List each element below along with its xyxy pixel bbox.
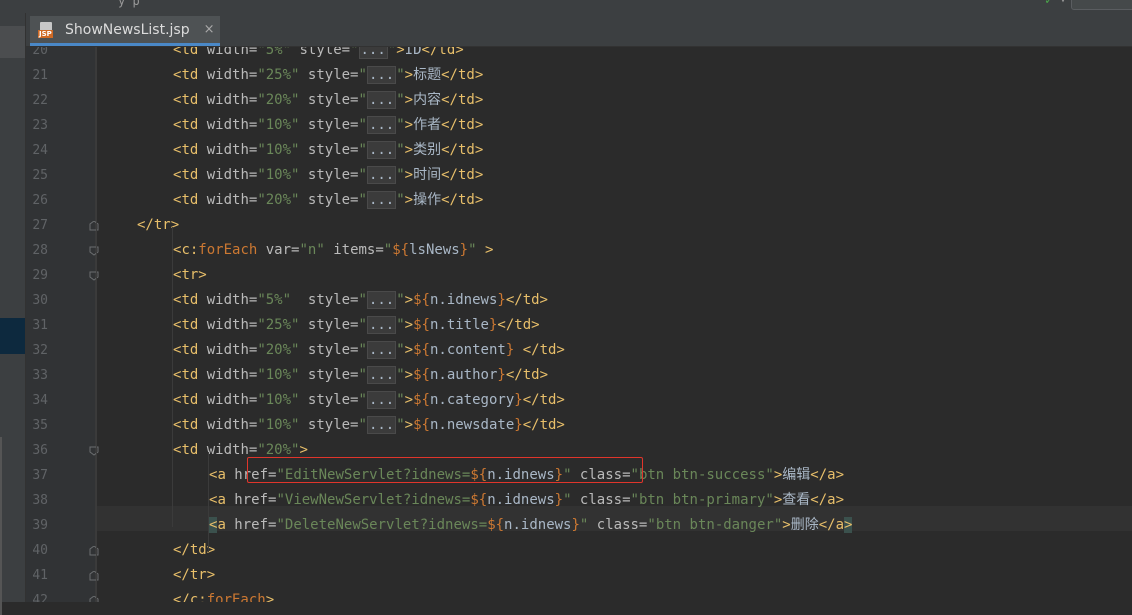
project-tool-strip <box>0 13 26 615</box>
jsp-file-icon: JSP <box>38 21 58 38</box>
line-number: 39 <box>32 518 48 533</box>
indent-guide <box>96 47 97 602</box>
code-line[interactable]: <tr> <box>173 263 207 288</box>
close-icon[interactable]: × <box>204 22 215 37</box>
line-number: 40 <box>32 543 48 558</box>
line-number: 35 <box>32 418 48 433</box>
selected-tool-window[interactable] <box>0 318 25 354</box>
line-number: 20 <box>32 47 48 58</box>
line-number: 27 <box>32 218 48 233</box>
code-line[interactable]: </c:forEach> <box>173 588 274 602</box>
code-line[interactable]: <a href="ViewNewServlet?idnews=${n.idnew… <box>209 488 844 513</box>
line-number: 23 <box>32 118 48 133</box>
editor-tab-bar: JSP ShowNewsList.jsp × <box>26 13 1132 47</box>
code-line[interactable]: <td width="20%" style="... ">${n.content}… <box>173 338 565 363</box>
line-number: 22 <box>32 93 48 108</box>
line-number: 34 <box>32 393 48 408</box>
code-line[interactable]: <td width="10%" style="... ">${n.author}<… <box>173 363 548 388</box>
line-number: 33 <box>32 368 48 383</box>
code-line[interactable]: <td width="10%" style="... ">${n.newsdate… <box>173 413 565 438</box>
run-config-button[interactable]: · <box>1071 0 1132 10</box>
line-number: 28 <box>32 243 48 258</box>
code-line[interactable]: <td width="25%" style="... ">标题</td> <box>173 63 483 88</box>
line-number: 42 <box>32 593 48 602</box>
jsp-icon-label: JSP <box>38 29 53 38</box>
line-number: 38 <box>32 493 48 508</box>
code-line[interactable]: <td width="5%" style="... ">${n.idnews}</… <box>173 288 548 313</box>
code-line[interactable]: <td width="10%" style="... ">类别</td> <box>173 138 483 163</box>
line-number: 30 <box>32 293 48 308</box>
code-line[interactable]: <c:forEach var="n" items="${lsNews}" > <box>173 238 493 263</box>
line-number: 29 <box>32 268 48 283</box>
code-line[interactable]: <td width="20%" style="... ">内容</td> <box>173 88 483 113</box>
annotation-highlight-box <box>247 457 643 483</box>
code-line[interactable]: <td width="20%" style="... ">操作</td> <box>173 188 483 213</box>
code-line[interactable]: <td width="10%" style="... ">时间</td> <box>173 163 483 188</box>
line-number: 21 <box>32 68 48 83</box>
line-number: 31 <box>32 318 48 333</box>
code-line[interactable]: <td width="10%" style="... ">${n.category… <box>173 388 565 413</box>
indent-guide <box>208 452 209 552</box>
tab-title: ShowNewsList.jsp <box>65 21 190 38</box>
line-number-gutter[interactable]: 20 21 22 23 24 25 26 27 28 29 30 31 32 33 34 35 36 37 38 39… <box>26 47 99 602</box>
indent-guide <box>172 227 173 527</box>
line-number: 41 <box>32 568 48 583</box>
code-line[interactable]: <td width="10%" style="... ">作者</td> <box>173 113 483 138</box>
line-number: 32 <box>32 343 48 358</box>
title-bar: y p ✓ ▾ · <box>0 0 1132 13</box>
editor-tab-shownewslist[interactable]: JSP ShowNewsList.jsp × <box>30 16 220 46</box>
code-line[interactable]: <td width="25%" style="... ">${n.title}</… <box>173 313 540 338</box>
code-line[interactable]: <a href="DeleteNewServlet?idnews=${n.idn… <box>209 513 853 538</box>
tool-window-button[interactable] <box>0 26 25 58</box>
line-number: 36 <box>32 443 48 458</box>
title-fragment: y p <box>118 0 140 8</box>
line-number: 26 <box>32 193 48 208</box>
chevron-down-icon[interactable]: ▾ <box>1060 0 1066 6</box>
code-line[interactable]: <td width="5%" style="... ">ID</td> <box>173 47 464 63</box>
code-line[interactable]: </tr> <box>173 563 215 588</box>
line-number: 37 <box>32 468 48 483</box>
code-editor[interactable]: 20 21 22 23 24 25 26 27 28 29 30 31 32 33 34 35 36 37 38 39… <box>26 47 1132 602</box>
left-scrollbar[interactable] <box>0 437 2 615</box>
line-number: 24 <box>32 143 48 158</box>
line-number: 25 <box>32 168 48 183</box>
check-icon: ✓ <box>1045 0 1053 8</box>
